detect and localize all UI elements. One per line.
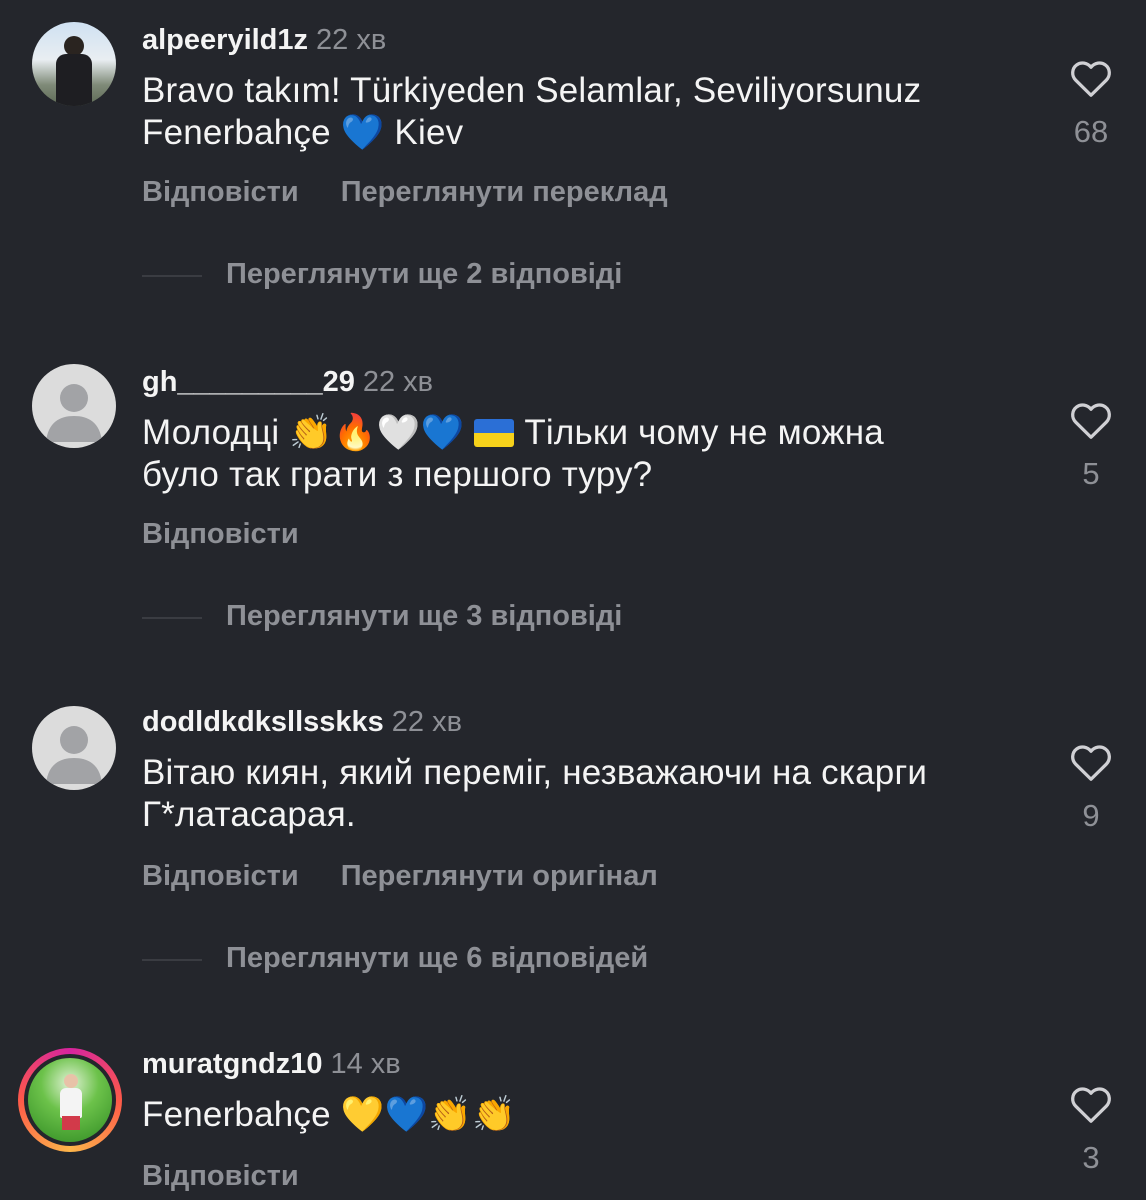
timestamp: 14 хв xyxy=(330,1048,401,1080)
username[interactable]: alpeeryild1z xyxy=(142,24,308,56)
comment-text-part: Тільки чому не можна xyxy=(514,413,884,452)
comment-text-line: Молодці 👏🔥🤍💙 Тільки чому не можна xyxy=(142,412,1022,454)
replies-divider xyxy=(142,617,202,619)
replies-divider xyxy=(142,959,202,961)
heart-outline-icon[interactable] xyxy=(1069,400,1113,440)
default-avatar-icon xyxy=(46,726,102,784)
comment-text-line: Г*латасарая. xyxy=(142,795,356,834)
reply-button[interactable]: Відповісти xyxy=(142,860,299,892)
comment-header: alpeeryild1z 22 хв xyxy=(142,22,386,58)
comment-text: Bravo takım! Türkiyeden Selamlar, Sevili… xyxy=(142,70,1022,154)
default-avatar-icon xyxy=(46,384,102,442)
avatar-person-body xyxy=(60,1088,82,1118)
like-count: 9 xyxy=(1082,798,1100,833)
reply-button[interactable]: Відповісти xyxy=(142,1160,299,1192)
comment-text-line: Вітаю киян, який переміг, незважаючи на … xyxy=(142,753,928,792)
view-replies-label[interactable]: Переглянути ще 3 відповіді xyxy=(226,600,622,633)
comment-text-part: Fenerbahçe xyxy=(142,1095,341,1134)
comment-text-line: було так грати з першого туру? xyxy=(142,455,653,494)
avatar-person-head xyxy=(64,36,84,56)
reply-button[interactable]: Відповісти xyxy=(142,176,299,208)
emoji-sequence: 💛💙👏👏 xyxy=(340,1095,516,1135)
heart-outline-icon[interactable] xyxy=(1069,742,1113,782)
like-button[interactable]: 3 xyxy=(1060,1084,1122,1176)
see-original-button[interactable]: Переглянути оригінал xyxy=(341,860,658,892)
comment-actions: Відповісти xyxy=(142,518,341,551)
username[interactable]: muratgndz10 xyxy=(142,1048,322,1080)
ukraine-flag-icon xyxy=(474,419,515,447)
timestamp: 22 хв xyxy=(391,706,463,738)
heart-outline-icon[interactable] xyxy=(1069,58,1113,98)
comment-actions: Відповісти Переглянути переклад xyxy=(142,176,710,209)
comment-text: Молодці 👏🔥🤍💙 Тільки чому не можна було т… xyxy=(142,412,1022,496)
comment-text: Fenerbahçe 💛💙👏👏 xyxy=(142,1094,1022,1136)
comment-text-line: Fenerbahçe 💙 Kiev xyxy=(142,112,1022,154)
comment-header: dodldkdksllsskks 22 хв xyxy=(142,704,462,740)
username[interactable]: dodldkdksllsskks xyxy=(142,706,384,738)
avatar-person-body xyxy=(56,54,92,106)
view-replies-label[interactable]: Переглянути ще 2 відповіді xyxy=(226,258,622,291)
timestamp: 22 хв xyxy=(316,24,387,56)
username[interactable]: gh_________29 xyxy=(142,366,355,398)
timestamp: 22 хв xyxy=(362,366,434,398)
comment-actions: Відповісти xyxy=(142,1160,341,1193)
blue-heart-emoji: 💙 xyxy=(340,113,385,153)
replies-divider xyxy=(142,275,202,277)
like-count: 3 xyxy=(1082,1140,1100,1175)
like-button[interactable]: 5 xyxy=(1060,400,1122,492)
reply-button[interactable]: Відповісти xyxy=(142,518,299,550)
comment-text-line: Fenerbahçe 💛💙👏👏 xyxy=(142,1094,1022,1136)
like-button[interactable]: 68 xyxy=(1060,58,1122,150)
view-replies-label[interactable]: Переглянути ще 6 відповідей xyxy=(226,942,648,975)
comment-header: gh_________29 22 хв xyxy=(142,364,433,400)
like-count: 5 xyxy=(1082,456,1100,491)
see-translation-button[interactable]: Переглянути переклад xyxy=(341,176,668,208)
avatar-person-shorts xyxy=(62,1116,80,1130)
comment-text-part: Fenerbahçe xyxy=(142,113,341,152)
avatar-person-head xyxy=(64,1074,78,1088)
like-count: 68 xyxy=(1073,114,1109,149)
heart-outline-icon[interactable] xyxy=(1069,1084,1113,1124)
comment-text-line: Bravo takım! Türkiyeden Selamlar, Sevili… xyxy=(142,71,922,110)
comment-header: muratgndz10 14 хв xyxy=(142,1046,401,1082)
avatar[interactable] xyxy=(32,706,116,790)
avatar[interactable] xyxy=(32,22,116,106)
avatar[interactable] xyxy=(28,1058,112,1142)
comment-text-part: Kiev xyxy=(384,113,464,152)
like-button[interactable]: 9 xyxy=(1060,742,1122,834)
comment-text: Вітаю киян, який переміг, незважаючи на … xyxy=(142,752,1022,836)
emoji-sequence: 👏🔥🤍💙 xyxy=(289,413,465,453)
comment-text-part: Молодці xyxy=(142,413,290,452)
comments-page: alpeeryild1z 22 хв Bravo takım! Türkiyede… xyxy=(0,0,1146,1200)
comment-actions: Відповісти Переглянути оригінал xyxy=(142,860,700,893)
avatar[interactable] xyxy=(32,364,116,448)
story-ring[interactable] xyxy=(18,1048,122,1152)
